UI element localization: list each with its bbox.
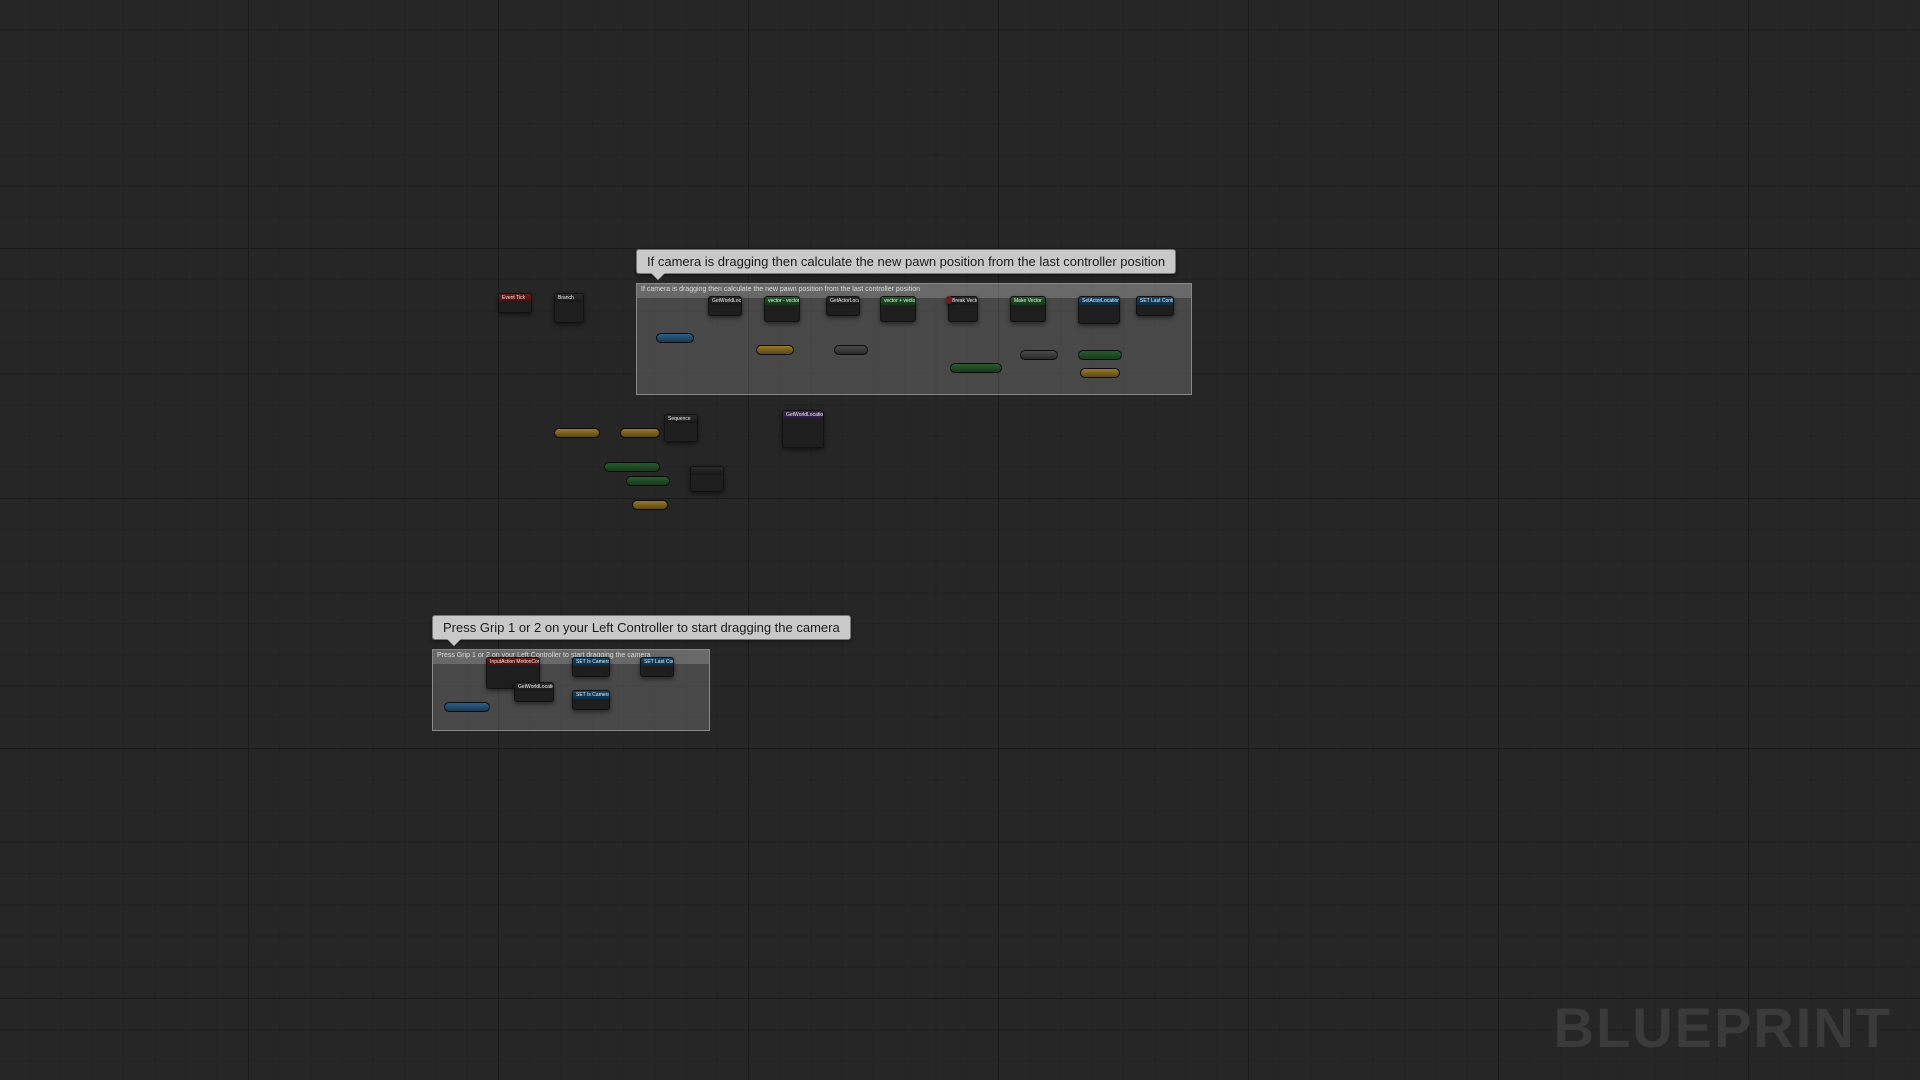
node-header: SetActorLocation	[1079, 297, 1119, 305]
comment-tooltip-bottom: Press Grip 1 or 2 on your Left Controlle…	[432, 615, 851, 640]
node-make-vector[interactable]: Make Vector	[1010, 296, 1046, 322]
node-header: vector - vector	[765, 297, 799, 305]
var-new-location[interactable]	[1080, 368, 1120, 378]
node-set-dragging-false[interactable]: SET Is Camera Dragging	[572, 690, 610, 710]
node-header: GetWorldLocation	[709, 297, 741, 305]
node-header: Event Tick	[499, 294, 531, 302]
node-header: GetWorldLocation	[783, 411, 823, 419]
node-header: SET Last Controller Position	[641, 658, 673, 666]
node-header: vector + vector	[881, 297, 915, 305]
var-vector-pill-2[interactable]	[620, 428, 660, 438]
var-target-2[interactable]	[626, 476, 670, 486]
var-target[interactable]	[1020, 350, 1058, 360]
node-header: SET Is Camera Dragging	[573, 658, 609, 666]
node-get-world-location-2[interactable]: GetWorldLocation	[782, 410, 824, 448]
node-header: SET Is Camera Dragging	[573, 691, 609, 699]
node-get-world-location-3[interactable]: GetWorldLocation	[514, 682, 554, 702]
node-break-vector[interactable]: Break Vector	[948, 296, 978, 322]
node-small-func[interactable]	[690, 466, 724, 492]
node-event-tick[interactable]: Event Tick	[498, 293, 532, 313]
node-vector-add[interactable]: vector + vector	[880, 296, 916, 322]
node-vector-subtract[interactable]: vector - vector	[764, 296, 800, 322]
node-header: Branch	[555, 294, 583, 302]
node-header: Sequence	[665, 415, 697, 423]
var-float-pin[interactable]	[950, 363, 1002, 373]
var-sweep[interactable]	[1078, 350, 1122, 360]
node-set-last-position[interactable]: SET Last Controller Position	[1136, 296, 1174, 316]
var-vector-pill-3[interactable]	[632, 500, 668, 510]
var-left-controller-2[interactable]	[604, 462, 660, 472]
node-header: Break Vector	[949, 297, 977, 305]
node-set-last-position-2[interactable]: SET Last Controller Position	[640, 657, 674, 677]
graph-canvas[interactable]	[0, 0, 1920, 1080]
pin-group	[946, 296, 952, 304]
node-set-actor-location[interactable]: SetActorLocation	[1078, 296, 1120, 324]
var-left-motion-controller[interactable]	[656, 333, 694, 343]
node-get-actor-location[interactable]: GetActorLocation	[826, 296, 860, 316]
node-header	[691, 467, 723, 475]
var-last-controller-position[interactable]	[756, 345, 794, 355]
var-vector-pill[interactable]	[554, 428, 600, 438]
node-header: GetWorldLocation	[515, 683, 553, 691]
node-get-world-location[interactable]: GetWorldLocation	[708, 296, 742, 316]
node-set-dragging-true[interactable]: SET Is Camera Dragging	[572, 657, 610, 677]
node-header: InputAction MotionController_Left_Grip1	[487, 658, 539, 666]
node-branch[interactable]: Branch	[554, 293, 584, 323]
node-header: GetActorLocation	[827, 297, 859, 305]
var-self-target[interactable]	[834, 345, 868, 355]
node-header: Make Vector	[1011, 297, 1045, 305]
node-sequence[interactable]: Sequence	[664, 414, 698, 442]
comment-tooltip-top: If camera is dragging then calculate the…	[636, 249, 1176, 274]
var-left-controller-3[interactable]	[444, 702, 490, 712]
node-header: SET Last Controller Position	[1137, 297, 1173, 305]
